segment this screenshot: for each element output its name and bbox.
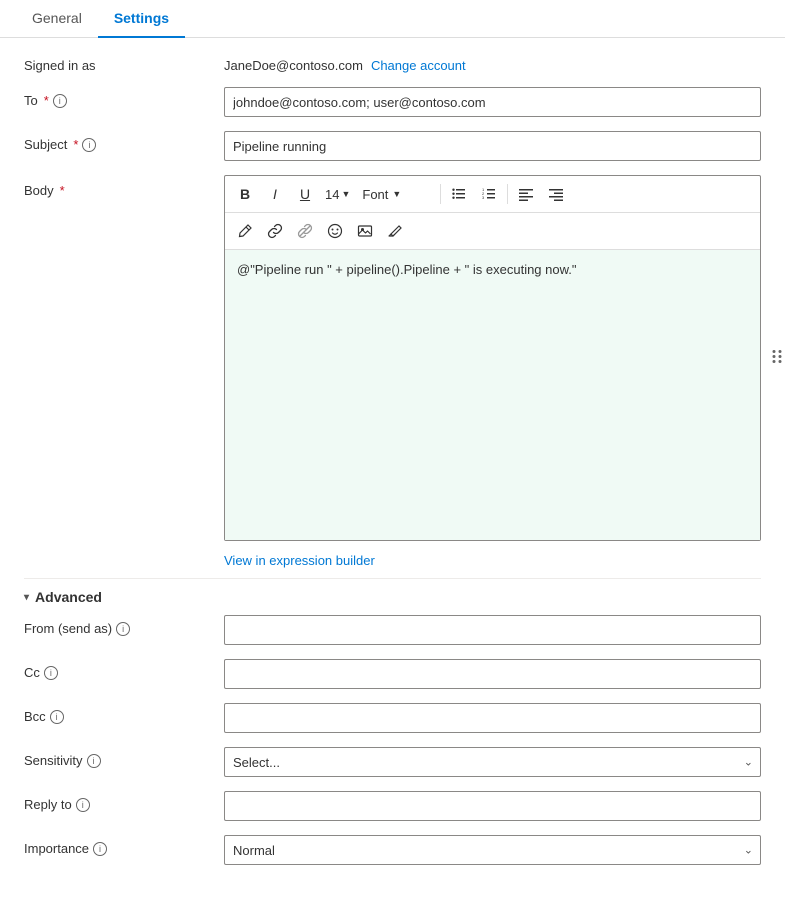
reply-to-label: Reply to i xyxy=(24,791,224,812)
subject-required: * xyxy=(73,137,78,152)
bcc-info-icon[interactable]: i xyxy=(50,710,64,724)
eraser-icon xyxy=(387,223,403,239)
sensitivity-row: Sensitivity i Select... Normal Personal … xyxy=(24,747,761,777)
pen-icon xyxy=(237,223,253,239)
tabs-container: General Settings xyxy=(0,0,785,38)
subject-label: Subject* i xyxy=(24,131,224,152)
to-input[interactable] xyxy=(224,87,761,117)
sensitivity-info-icon[interactable]: i xyxy=(87,754,101,768)
reply-to-input-container xyxy=(224,791,761,821)
importance-row: Importance i Low Normal High ⌄ xyxy=(24,835,761,865)
unlink-icon xyxy=(297,223,313,239)
sensitivity-select[interactable]: Select... Normal Personal Private Confid… xyxy=(224,747,761,777)
tab-general[interactable]: General xyxy=(16,0,98,38)
svg-text:3: 3 xyxy=(482,195,485,200)
pen-button[interactable] xyxy=(231,217,259,245)
cc-row: Cc i xyxy=(24,659,761,689)
importance-select-container: Low Normal High ⌄ xyxy=(224,835,761,865)
sensitivity-select-container: Select... Normal Personal Private Confid… xyxy=(224,747,761,777)
reply-to-input[interactable] xyxy=(224,791,761,821)
signed-in-email: JaneDoe@contoso.com xyxy=(224,58,363,73)
cc-input-container xyxy=(224,659,761,689)
editor-body[interactable]: @"Pipeline run " + pipeline().Pipeline +… xyxy=(225,250,760,540)
font-chevron-icon: ▼ xyxy=(392,189,401,199)
cc-info-icon[interactable]: i xyxy=(44,666,58,680)
font-selector[interactable]: Font ▼ xyxy=(356,185,436,204)
editor-container: B I U 14 ▼ Font ▼ xyxy=(224,175,761,541)
italic-button[interactable]: I xyxy=(261,180,289,208)
bcc-row: Bcc i xyxy=(24,703,761,733)
eraser-button[interactable] xyxy=(381,217,409,245)
advanced-chevron-icon: ▾ xyxy=(24,592,29,603)
body-required: * xyxy=(60,183,65,198)
ordered-list-icon: 1 2 3 xyxy=(481,186,497,202)
emoji-button[interactable] xyxy=(321,217,349,245)
importance-select[interactable]: Low Normal High xyxy=(224,835,761,865)
settings-content: Signed in as JaneDoe@contoso.com Change … xyxy=(0,38,785,899)
tab-settings[interactable]: Settings xyxy=(98,0,185,38)
link-button[interactable] xyxy=(261,217,289,245)
bcc-input[interactable] xyxy=(224,703,761,733)
to-input-container xyxy=(224,87,761,117)
underline-button[interactable]: U xyxy=(291,180,319,208)
toolbar-sep2 xyxy=(507,184,508,204)
image-icon xyxy=(357,223,373,239)
importance-select-wrapper: Low Normal High ⌄ xyxy=(224,835,761,865)
from-row: From (send as) i xyxy=(24,615,761,645)
expression-builder-link[interactable]: View in expression builder xyxy=(224,553,375,568)
bold-button[interactable]: B xyxy=(231,180,259,208)
align-right-button[interactable] xyxy=(542,180,570,208)
unordered-list-icon xyxy=(451,186,467,202)
ordered-list-button[interactable]: 1 2 3 xyxy=(475,180,503,208)
subject-input-container xyxy=(224,131,761,161)
subject-input[interactable] xyxy=(224,131,761,161)
bcc-label: Bcc i xyxy=(24,703,224,724)
reply-to-info-icon[interactable]: i xyxy=(76,798,90,812)
advanced-header-label: Advanced xyxy=(35,589,102,605)
toolbar-sep1 xyxy=(440,184,441,204)
cc-label: Cc i xyxy=(24,659,224,680)
drag-handle-icon xyxy=(767,347,785,367)
from-input[interactable] xyxy=(224,615,761,645)
signed-in-row: Signed in as JaneDoe@contoso.com Change … xyxy=(24,58,761,73)
signed-in-label: Signed in as xyxy=(24,58,224,73)
from-input-container xyxy=(224,615,761,645)
body-label: Body* xyxy=(24,175,224,198)
advanced-header[interactable]: ▾ Advanced xyxy=(24,578,761,615)
link-icon xyxy=(267,223,283,239)
change-account-link[interactable]: Change account xyxy=(371,58,466,73)
emoji-icon xyxy=(327,223,343,239)
advanced-section: ▾ Advanced From (send as) i Cc i xyxy=(24,578,761,865)
sensitivity-select-wrapper: Select... Normal Personal Private Confid… xyxy=(224,747,761,777)
to-row: To* i xyxy=(24,87,761,117)
to-required: * xyxy=(44,93,49,108)
align-right-icon xyxy=(548,186,564,202)
editor-toolbar-row1: B I U 14 ▼ Font ▼ xyxy=(225,176,760,213)
editor-toolbar-row2 xyxy=(225,213,760,250)
bcc-input-container xyxy=(224,703,761,733)
body-editor-wrapper: B I U 14 ▼ Font ▼ xyxy=(224,175,761,541)
importance-info-icon[interactable]: i xyxy=(93,842,107,856)
to-label: To* i xyxy=(24,87,224,108)
image-button[interactable] xyxy=(351,217,379,245)
cc-input[interactable] xyxy=(224,659,761,689)
font-size-chevron-icon: ▼ xyxy=(341,189,350,199)
subject-info-icon[interactable]: i xyxy=(82,138,96,152)
sensitivity-label: Sensitivity i xyxy=(24,747,224,768)
importance-label: Importance i xyxy=(24,835,224,856)
expression-builder-container: View in expression builder xyxy=(24,549,761,568)
drag-handle[interactable] xyxy=(767,347,785,370)
from-label: From (send as) i xyxy=(24,615,224,636)
subject-row: Subject* i xyxy=(24,131,761,161)
body-row: Body* B I U 14 ▼ Font ▼ xyxy=(24,175,761,541)
unordered-list-button[interactable] xyxy=(445,180,473,208)
align-left-button[interactable] xyxy=(512,180,540,208)
to-info-icon[interactable]: i xyxy=(53,94,67,108)
reply-to-row: Reply to i xyxy=(24,791,761,821)
from-info-icon[interactable]: i xyxy=(116,622,130,636)
editor-body-text: @"Pipeline run " + pipeline().Pipeline +… xyxy=(237,262,577,277)
align-left-icon xyxy=(518,186,534,202)
unlink-button[interactable] xyxy=(291,217,319,245)
font-size-selector[interactable]: 14 ▼ xyxy=(321,185,354,204)
